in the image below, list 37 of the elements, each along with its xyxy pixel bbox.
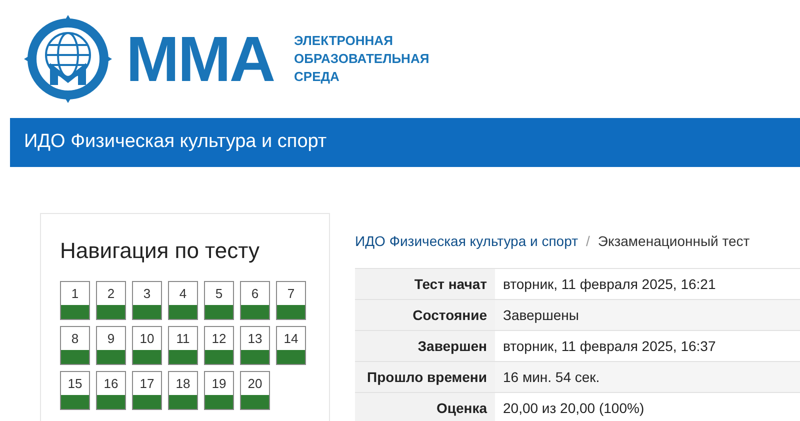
summary-value: 16 мин. 54 сек. <box>495 362 800 392</box>
question-button[interactable]: 14 <box>276 326 306 365</box>
summary-label: Тест начат <box>355 269 495 299</box>
question-button[interactable]: 20 <box>240 371 270 410</box>
question-button[interactable]: 4 <box>168 281 198 320</box>
summary-value: Завершены <box>495 300 800 330</box>
breadcrumb-link[interactable]: ИДО Физическая культура и спорт <box>355 231 578 252</box>
question-button[interactable]: 11 <box>168 326 198 365</box>
question-button[interactable]: 8 <box>60 326 90 365</box>
navigation-title: Навигация по тесту <box>60 237 260 265</box>
question-button[interactable]: 2 <box>96 281 126 320</box>
question-button[interactable]: 13 <box>240 326 270 365</box>
question-button[interactable]: 12 <box>204 326 234 365</box>
question-button[interactable]: 7 <box>276 281 306 320</box>
question-button[interactable]: 18 <box>168 371 198 410</box>
breadcrumb-separator: / <box>586 232 590 251</box>
question-button[interactable]: 5 <box>204 281 234 320</box>
question-button[interactable]: 17 <box>132 371 162 410</box>
question-button[interactable]: 9 <box>96 326 126 365</box>
logo-subtitle: СРЕДА <box>294 68 340 86</box>
summary-label: Прошло времени <box>355 362 495 392</box>
breadcrumb-current: Экзаменационный тест <box>598 232 750 251</box>
logo-subtitle: ЭЛЕКТРОННАЯ <box>294 32 394 50</box>
summary-label: Состояние <box>355 300 495 330</box>
course-title: ИДО Физическая культура и спорт <box>24 130 327 154</box>
question-button[interactable]: 3 <box>132 281 162 320</box>
question-button[interactable]: 16 <box>96 371 126 410</box>
question-button[interactable]: 6 <box>240 281 270 320</box>
question-button[interactable]: 10 <box>132 326 162 365</box>
logo-wordmark: ММА <box>126 27 274 91</box>
summary-label: Завершен <box>355 331 495 361</box>
question-button[interactable]: 1 <box>60 281 90 320</box>
globe-logo-icon <box>22 13 114 105</box>
summary-label: Оценка <box>355 393 495 421</box>
logo-subtitle: ОБРАЗОВАТЕЛЬНАЯ <box>294 50 430 68</box>
question-button[interactable]: 19 <box>204 371 234 410</box>
question-button[interactable]: 15 <box>60 371 90 410</box>
